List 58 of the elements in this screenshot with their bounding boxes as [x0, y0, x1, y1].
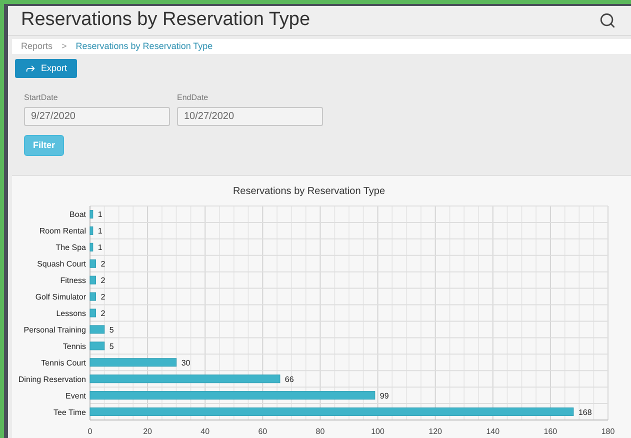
x-tick-label: 140: [486, 427, 500, 436]
value-label: 30: [181, 358, 190, 368]
value-label: 1: [98, 243, 102, 252]
x-tick-label: 100: [371, 427, 384, 436]
category-label: Event: [66, 391, 86, 400]
bar: [90, 342, 105, 350]
value-label: 66: [284, 374, 294, 384]
search-icon[interactable]: [599, 12, 616, 29]
field-label: EndDate: [177, 92, 210, 104]
breadcrumb-link[interactable]: Reservations by Reservation Type: [76, 40, 213, 53]
value-label: 2: [100, 260, 106, 269]
breadcrumb-separator: >: [62, 40, 67, 52]
category-label: Boat: [70, 210, 86, 220]
value-label: 1: [98, 210, 102, 220]
category-label: Golf Simulator: [35, 292, 86, 302]
category-label: Fitness: [60, 276, 86, 286]
export-button[interactable]: Export: [15, 59, 78, 78]
share-arrow-icon: [25, 63, 36, 74]
date-field[interactable]: 9/27/2020: [24, 107, 170, 126]
bar: [90, 308, 96, 318]
value-label: 2: [100, 309, 106, 318]
x-tick-label: 40: [200, 427, 210, 436]
bar: [90, 276, 96, 284]
bar: [90, 259, 96, 268]
x-tick-label: 80: [316, 427, 325, 436]
bar: [90, 210, 94, 218]
value-label: 5: [109, 342, 114, 351]
category-label: Tee Time: [54, 408, 86, 417]
x-tick-label: 20: [143, 427, 152, 436]
value-label: 1: [98, 226, 102, 236]
x-tick-label: 180: [601, 427, 615, 436]
x-tick-label: 160: [544, 427, 558, 436]
filter-button[interactable]: Filter: [24, 135, 64, 156]
x-tick-label: 0: [88, 427, 92, 436]
field-label: StartDate: [24, 92, 59, 104]
value-label: 168: [578, 408, 592, 417]
bar: [90, 242, 94, 252]
category-label: The Spa: [56, 243, 86, 252]
value-label: 5: [109, 325, 114, 334]
category-label: Dining Reservation: [18, 374, 86, 384]
bar: [90, 226, 94, 235]
breadcrumb-link[interactable]: Reports: [21, 40, 53, 53]
category-label: Room Rental: [39, 226, 86, 236]
date-field[interactable]: 10/27/2020: [177, 107, 323, 126]
value-label: 99: [380, 391, 389, 400]
value-label: 2: [100, 276, 106, 286]
bar: [90, 325, 105, 334]
x-tick-label: 60: [258, 427, 268, 436]
category-label: Squash Court: [37, 260, 86, 269]
category-label: Personal Training: [24, 325, 86, 334]
category-label: Tennis Court: [41, 358, 86, 368]
category-label: Tennis: [62, 342, 86, 351]
category-label: Lessons: [56, 309, 86, 318]
chart-title: Reservations by Reservation Type: [232, 186, 386, 197]
page-title: Reservations by Reservation Type: [21, 8, 310, 32]
bar: [90, 292, 96, 301]
value-label: 2: [100, 292, 106, 302]
x-tick-label: 120: [428, 427, 442, 436]
